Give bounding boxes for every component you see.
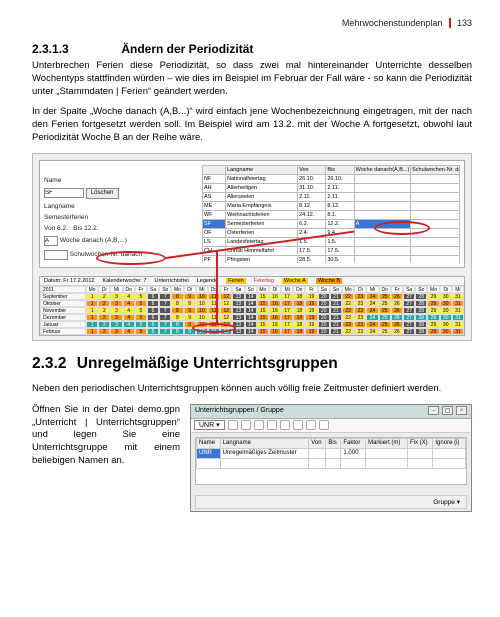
tool-icon-1[interactable]: [228, 420, 238, 430]
input-swn[interactable]: [44, 250, 68, 260]
btn-delete[interactable]: Löschen: [86, 188, 119, 199]
cal-leg-3: Feiertag: [254, 278, 274, 284]
cal-kw: Kalenderwoche: 7: [102, 278, 146, 284]
lbl-bis: Bis: [73, 225, 82, 232]
tool-icon-4[interactable]: [267, 420, 277, 430]
para-1: Unterbrechen Ferien diese Periodizität, …: [32, 60, 472, 98]
tool-icon-3[interactable]: [254, 420, 264, 430]
page-number: 133: [449, 18, 472, 28]
win-title: Unterrichtsgruppen / Gruppe: [195, 404, 284, 418]
max-icon[interactable]: ▢: [442, 406, 453, 415]
highlight-oval-cal: [192, 323, 236, 333]
header-title: Mehrwochenstundenplan: [342, 18, 443, 28]
para-4: Öffnen Sie in der Datei demo.gpn „Unterr…: [32, 404, 180, 468]
min-icon[interactable]: -: [428, 406, 439, 415]
ug-table: NameLangnameVonBisFaktorMarkiert (m)Fix …: [196, 438, 466, 469]
val-bis: 12.2.: [84, 225, 98, 232]
highlight-oval-right: [374, 221, 430, 235]
highlight-oval-left: [96, 251, 166, 265]
page-header: Mehrwochenstundenplan 133: [32, 18, 472, 28]
input-name[interactable]: [44, 188, 84, 198]
tool-icon-6[interactable]: [293, 420, 303, 430]
heading-num: 2.3.1.3: [32, 42, 118, 56]
figure-unterrichtsgruppen: Unterrichtsgruppen / Gruppe - ▢ × UNR ▾ …: [190, 404, 472, 512]
figure-ferien-window: Name Löschen Langname Semesterferien Von…: [32, 153, 472, 341]
cal-leg-0: Unterrichtsfrei: [154, 278, 188, 284]
heading-2-3-1-3: 2.3.1.3 Ändern der Periodizität: [32, 42, 472, 56]
lbl-name: Name: [44, 177, 104, 184]
lbl-semesterferien: Semesterferien: [44, 214, 88, 221]
lbl-langname: Langname: [44, 203, 104, 210]
lbl-von: Von: [44, 225, 55, 232]
cal-leg-1: Legende: [197, 278, 218, 284]
val-von: 6.2.: [57, 225, 68, 232]
tool-icon-2[interactable]: [241, 420, 251, 430]
cal-datum: Datum: Fr 17.2.2012: [44, 278, 94, 284]
para-3: Neben den periodischen Unterrichtsgruppe…: [32, 383, 472, 396]
input-woche-danach[interactable]: [44, 236, 58, 246]
cal-leg-2: Ferien: [226, 278, 246, 284]
cal-wa: Woche A: [282, 278, 308, 284]
tool-icon-8[interactable]: [319, 420, 329, 430]
calendar-panel: Datum: Fr 17.2.2012 Kalenderwoche: 7 Unt…: [39, 276, 465, 336]
tool-icon-7[interactable]: [306, 420, 316, 430]
arrow-vertical: [216, 251, 218, 323]
combo-unr[interactable]: UNR ▾: [194, 420, 225, 430]
tool-icon-5[interactable]: [280, 420, 290, 430]
close-icon[interactable]: ×: [456, 406, 467, 415]
heading-title: Ändern der Periodizität: [121, 42, 253, 56]
heading-2-3-2: 2.3.2 Unregelmäßige Unterrichtsgruppen: [32, 355, 472, 373]
lbl-woche-danach: Woche danach (A,B,...): [60, 237, 127, 244]
heading2-num: 2.3.2: [32, 355, 66, 372]
cal-wb: Woche B: [316, 278, 342, 284]
status-footer: Gruppe ▾: [195, 495, 467, 509]
heading2-title: Unregelmäßige Unterrichtsgruppen: [77, 355, 338, 372]
window-buttons: - ▢ ×: [427, 404, 467, 418]
ferien-window: Name Löschen Langname Semesterferien Von…: [39, 160, 465, 268]
para-2: In der Spalte „Woche danach (A,B...)“ wi…: [32, 106, 472, 144]
